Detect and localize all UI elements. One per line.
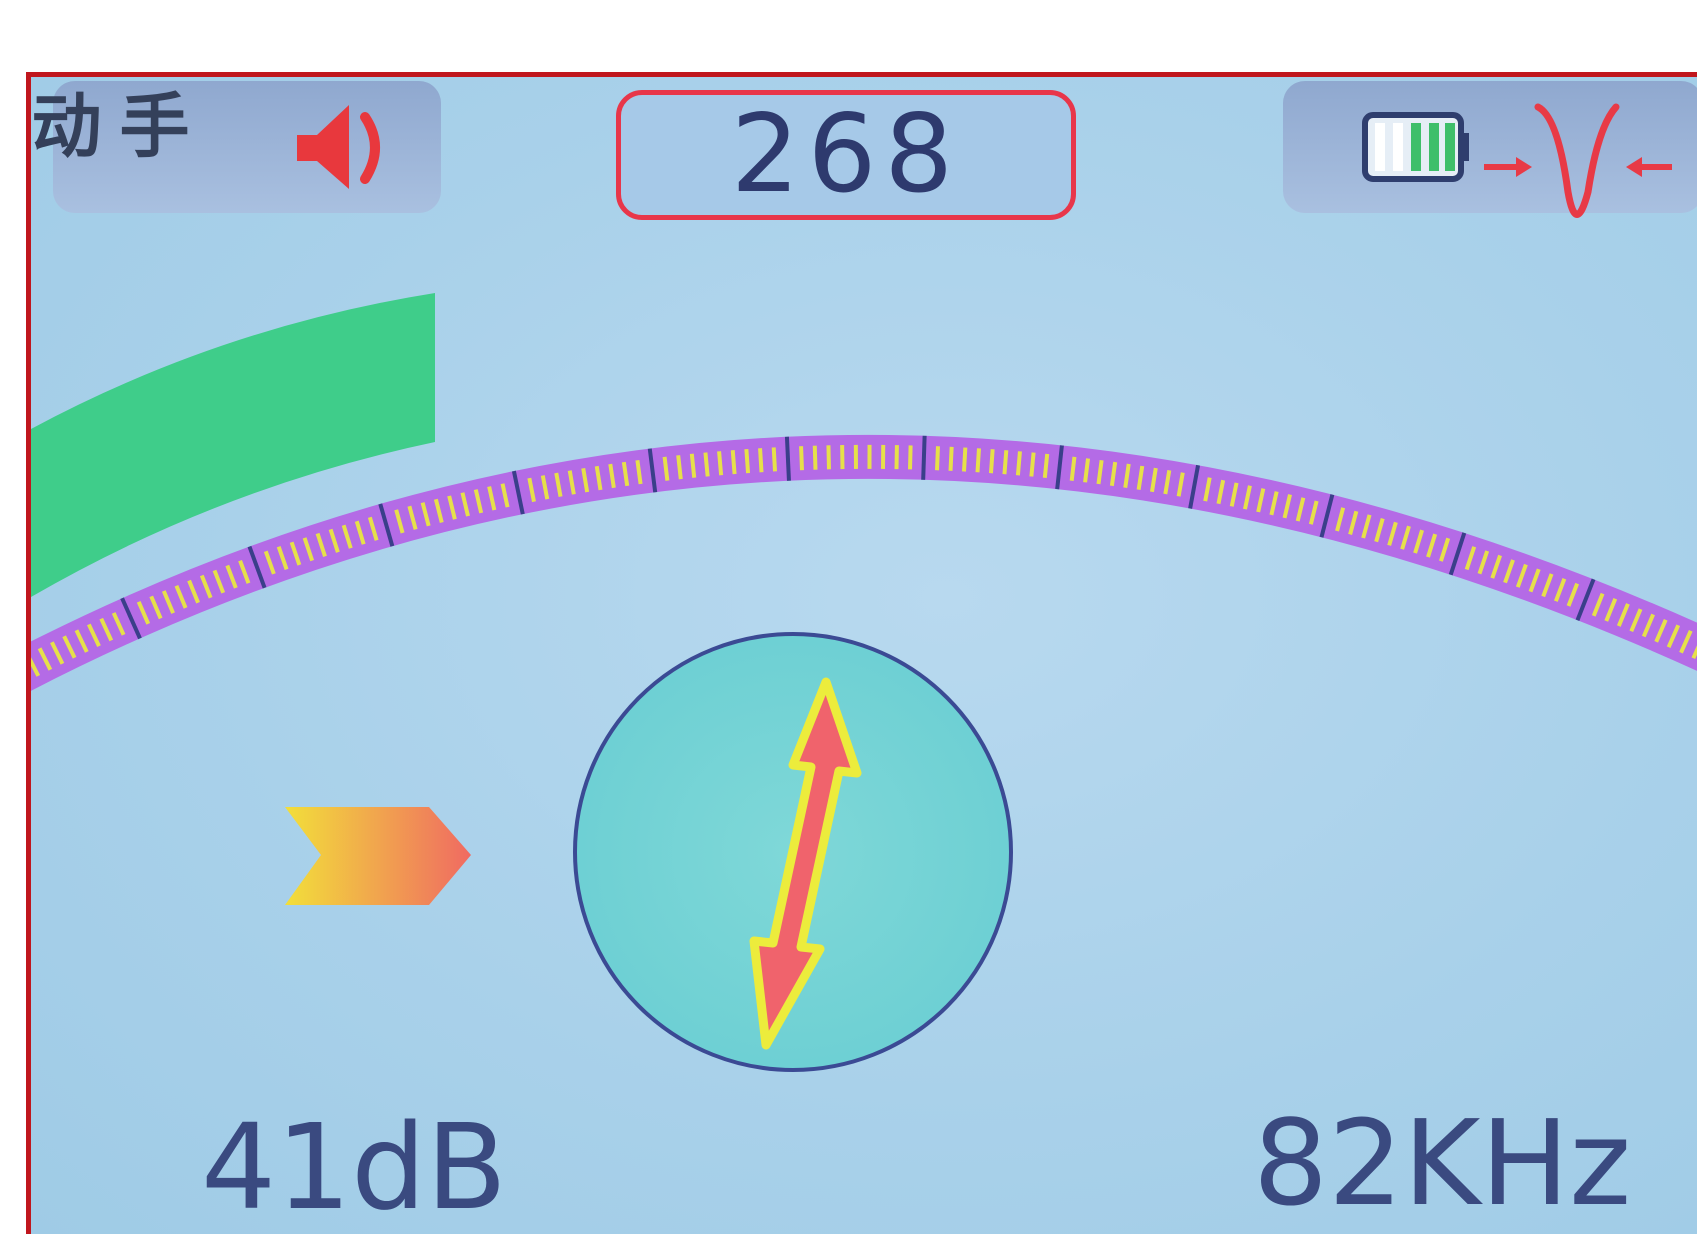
narrow-band-filter-icon [1484, 103, 1672, 218]
reading-display: 268 [616, 90, 1076, 220]
mode-panel: 手动 [26, 81, 441, 213]
gauge-major-tick [784, 436, 791, 481]
mode-label: 手动 [26, 89, 190, 159]
gauge-minor-tick [1042, 453, 1050, 479]
reading-value: 268 [730, 92, 962, 217]
gauge-minor-tick [826, 445, 831, 470]
gauge-minor-tick [662, 456, 670, 481]
battery-icon [1362, 112, 1469, 182]
gauge-minor-tick [744, 449, 751, 474]
gauge-minor-tick [962, 447, 968, 472]
gauge-minor-tick [988, 449, 995, 474]
gauge-minor-tick [1002, 450, 1009, 475]
signal-gauge [31, 293, 1697, 1072]
gauge-minor-tick [1069, 456, 1077, 481]
frequency-readout: 82KHz [1253, 1094, 1632, 1232]
detector-screen: 手动 268 41dB 82KHz [26, 72, 1697, 1234]
gauge-minor-tick [948, 446, 954, 471]
gauge-minor-tick [908, 445, 913, 470]
gauge-minor-tick [703, 452, 710, 477]
gauge-minor-tick [689, 453, 697, 478]
gauge-minor-tick [771, 447, 778, 472]
gauge-minor-tick [1015, 451, 1022, 476]
gauge-minor-tick [730, 450, 737, 475]
speaker-icon[interactable] [293, 91, 403, 201]
gain-readout: 41dB [201, 1098, 508, 1234]
gauge-minor-tick [1029, 452, 1036, 477]
gauge-minor-tick [758, 448, 764, 473]
gauge-major-tick [921, 435, 927, 480]
gauge-minor-tick [935, 446, 940, 471]
direction-right-arrow-icon [285, 807, 471, 905]
gauge-minor-tick [676, 455, 683, 480]
gauge-minor-tick [717, 451, 724, 476]
gauge-minor-tick [799, 446, 804, 471]
gauge-minor-tick [812, 445, 818, 470]
gauge-minor-tick [975, 448, 981, 473]
